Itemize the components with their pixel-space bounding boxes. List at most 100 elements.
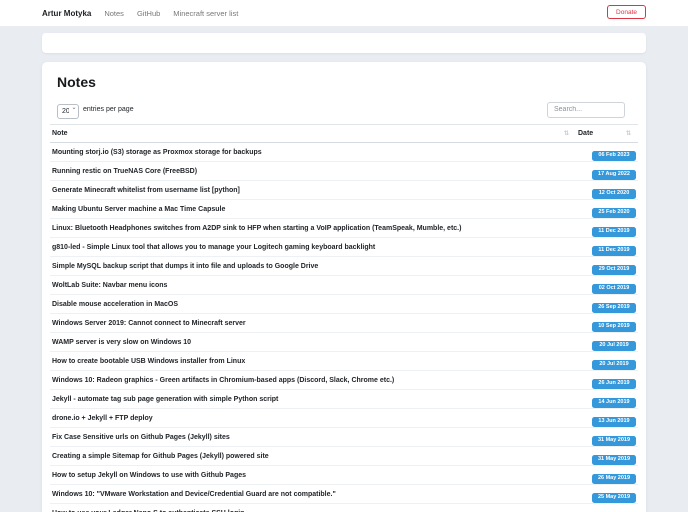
note-title-link[interactable]: drone.io + Jekyll + FTP deploy <box>50 408 576 428</box>
table-row[interactable]: How to create bootable USB Windows insta… <box>50 351 638 371</box>
table-row[interactable]: Windows 10: Radeon graphics - Green arti… <box>50 370 638 390</box>
note-title-link[interactable]: Simple MySQL backup script that dumps it… <box>50 256 576 276</box>
table-row[interactable]: Linux: Bluetooth Headphones switches fro… <box>50 218 638 238</box>
date-badge: 26 Sep 2019 <box>592 302 636 313</box>
note-title-link[interactable]: How to create bootable USB Windows insta… <box>50 351 576 371</box>
table-row[interactable]: Jekyll - automate tag sub page generatio… <box>50 389 638 409</box>
date-cell: 14 Jun 2019 <box>576 389 638 409</box>
date-badge: 31 May 2019 <box>592 454 636 465</box>
brand-link[interactable]: Artur Motyka <box>42 9 91 18</box>
date-cell: 26 May 2019 <box>576 465 638 485</box>
table-header-row: Note ⇅ Date ⇅ <box>50 124 638 143</box>
date-badge: 31 May 2019 <box>592 435 636 446</box>
table-row[interactable]: g810-led - Simple Linux tool that allows… <box>50 237 638 257</box>
table-row[interactable]: Simple MySQL backup script that dumps it… <box>50 256 638 276</box>
date-cell: 25 May 2019 <box>576 484 638 504</box>
date-cell: 29 Oct 2019 <box>576 256 638 276</box>
notes-table-body: Mounting storj.io (S3) storage as Proxmo… <box>50 142 638 512</box>
date-cell: 26 Sep 2019 <box>576 294 638 314</box>
table-row[interactable]: WAMP server is very slow on Windows 10 2… <box>50 332 638 352</box>
sort-icon[interactable]: ⇅ <box>626 130 631 137</box>
date-badge: 29 Oct 2019 <box>592 264 636 275</box>
notes-card: Notes 20 ⌄ entries per page Note ⇅ <box>42 62 646 512</box>
note-title-link[interactable]: Generate Minecraft whitelist from userna… <box>50 180 576 200</box>
top-navbar: Artur Motyka Notes GitHub Minecraft serv… <box>0 0 688 26</box>
notes-table: Note ⇅ Date ⇅ Mounting storj.io (S3) sto… <box>50 124 638 512</box>
note-title-link[interactable]: WAMP server is very slow on Windows 10 <box>50 332 576 352</box>
date-cell: 20 Jul 2019 <box>576 351 638 371</box>
note-title-link[interactable]: Fix Case Sensitive urls on Github Pages … <box>50 427 576 447</box>
date-badge: 25 Feb 2020 <box>592 207 636 218</box>
page-title: Notes <box>57 74 96 90</box>
note-title-link[interactable]: How to setup Jekyll on Windows to use wi… <box>50 465 576 485</box>
date-cell: 31 May 2019 <box>576 446 638 466</box>
table-row[interactable]: How to setup Jekyll on Windows to use wi… <box>50 465 638 485</box>
note-title-link[interactable]: WoltLab Suite: Navbar menu icons <box>50 275 576 295</box>
column-header-date[interactable]: Date ⇅ <box>576 124 638 143</box>
note-title-link[interactable]: Mounting storj.io (S3) storage as Proxmo… <box>50 142 576 162</box>
donate-button[interactable]: Donate <box>607 5 646 19</box>
table-row[interactable]: Making Ubuntu Server machine a Mac Time … <box>50 199 638 219</box>
date-badge: 13 Jun 2019 <box>592 416 636 427</box>
date-badge: 11 Dec 2019 <box>592 245 636 256</box>
note-title-link[interactable]: Creating a simple Sitemap for Github Pag… <box>50 446 576 466</box>
sort-icon[interactable]: ⇅ <box>564 130 569 137</box>
table-row[interactable]: drone.io + Jekyll + FTP deploy 13 Jun 20… <box>50 408 638 428</box>
table-row[interactable]: Mounting storj.io (S3) storage as Proxmo… <box>50 142 638 162</box>
nav-link-minecraft-server-list[interactable]: Minecraft server list <box>173 9 238 18</box>
table-row[interactable]: How to use your Ledger Nano S to authent… <box>50 503 638 512</box>
note-title-link[interactable]: Windows 10: Radeon graphics - Green arti… <box>50 370 576 390</box>
date-badge: 25 May 2019 <box>592 492 636 503</box>
date-badge: 20 Jul 2019 <box>592 359 636 370</box>
date-cell: 14 May 2019 <box>576 503 638 512</box>
table-row[interactable]: Generate Minecraft whitelist from userna… <box>50 180 638 200</box>
date-badge: 06 Feb 2023 <box>592 150 636 161</box>
date-cell: 13 Jun 2019 <box>576 408 638 428</box>
date-badge: 14 Jun 2019 <box>592 397 636 408</box>
date-cell: 31 May 2019 <box>576 427 638 447</box>
date-badge: 12 Oct 2020 <box>592 188 636 199</box>
note-title-link[interactable]: Making Ubuntu Server machine a Mac Time … <box>50 199 576 219</box>
entries-per-page: 20 ⌄ entries per page <box>57 100 134 119</box>
note-title-link[interactable]: How to use your Ledger Nano S to authent… <box>50 503 576 512</box>
note-title-link[interactable]: Running restic on TrueNAS Core (FreeBSD) <box>50 161 576 181</box>
date-cell: 20 Jul 2019 <box>576 332 638 352</box>
date-cell: 10 Sep 2019 <box>576 313 638 333</box>
search-input[interactable] <box>547 101 625 118</box>
entries-label: entries per page <box>83 106 134 113</box>
note-title-link[interactable]: Windows Server 2019: Cannot connect to M… <box>50 313 576 333</box>
note-title-link[interactable]: Disable mouse acceleration in MacOS <box>50 294 576 314</box>
table-controls: 20 ⌄ entries per page <box>57 100 631 119</box>
table-row[interactable]: Running restic on TrueNAS Core (FreeBSD)… <box>50 161 638 181</box>
date-badge: 20 Jul 2019 <box>592 340 636 351</box>
date-cell: 11 Dec 2019 <box>576 218 638 238</box>
table-row[interactable]: Fix Case Sensitive urls on Github Pages … <box>50 427 638 447</box>
date-cell: 25 Feb 2020 <box>576 199 638 219</box>
date-cell: 11 Dec 2019 <box>576 237 638 257</box>
entries-select[interactable]: 20 <box>57 104 79 119</box>
breadcrumb-strip-wrap <box>0 26 688 53</box>
nav-link-notes[interactable]: Notes <box>104 9 124 18</box>
date-badge: 11 Dec 2019 <box>592 226 636 237</box>
date-cell: 17 Aug 2022 <box>576 161 638 181</box>
nav-link-github[interactable]: GitHub <box>137 9 160 18</box>
breadcrumb-strip <box>42 33 646 53</box>
table-row[interactable]: Windows 10: "VMware Workstation and Devi… <box>50 484 638 504</box>
table-row[interactable]: Creating a simple Sitemap for Github Pag… <box>50 446 638 466</box>
table-row[interactable]: Disable mouse acceleration in MacOS 26 S… <box>50 294 638 314</box>
column-header-note[interactable]: Note ⇅ <box>50 124 576 143</box>
note-title-link[interactable]: Linux: Bluetooth Headphones switches fro… <box>50 218 576 238</box>
date-badge: 17 Aug 2022 <box>592 169 636 180</box>
date-cell: 26 Jun 2019 <box>576 370 638 390</box>
date-cell: 12 Oct 2020 <box>576 180 638 200</box>
date-badge: 26 Jun 2019 <box>592 378 636 389</box>
table-row[interactable]: Windows Server 2019: Cannot connect to M… <box>50 313 638 333</box>
note-title-link[interactable]: Windows 10: "VMware Workstation and Devi… <box>50 484 576 504</box>
date-badge: 10 Sep 2019 <box>592 321 636 332</box>
note-title-link[interactable]: Jekyll - automate tag sub page generatio… <box>50 389 576 409</box>
date-cell: 02 Oct 2019 <box>576 275 638 295</box>
date-badge: 02 Oct 2019 <box>592 283 636 294</box>
table-row[interactable]: WoltLab Suite: Navbar menu icons 02 Oct … <box>50 275 638 295</box>
note-title-link[interactable]: g810-led - Simple Linux tool that allows… <box>50 237 576 257</box>
date-badge: 26 May 2019 <box>592 473 636 484</box>
